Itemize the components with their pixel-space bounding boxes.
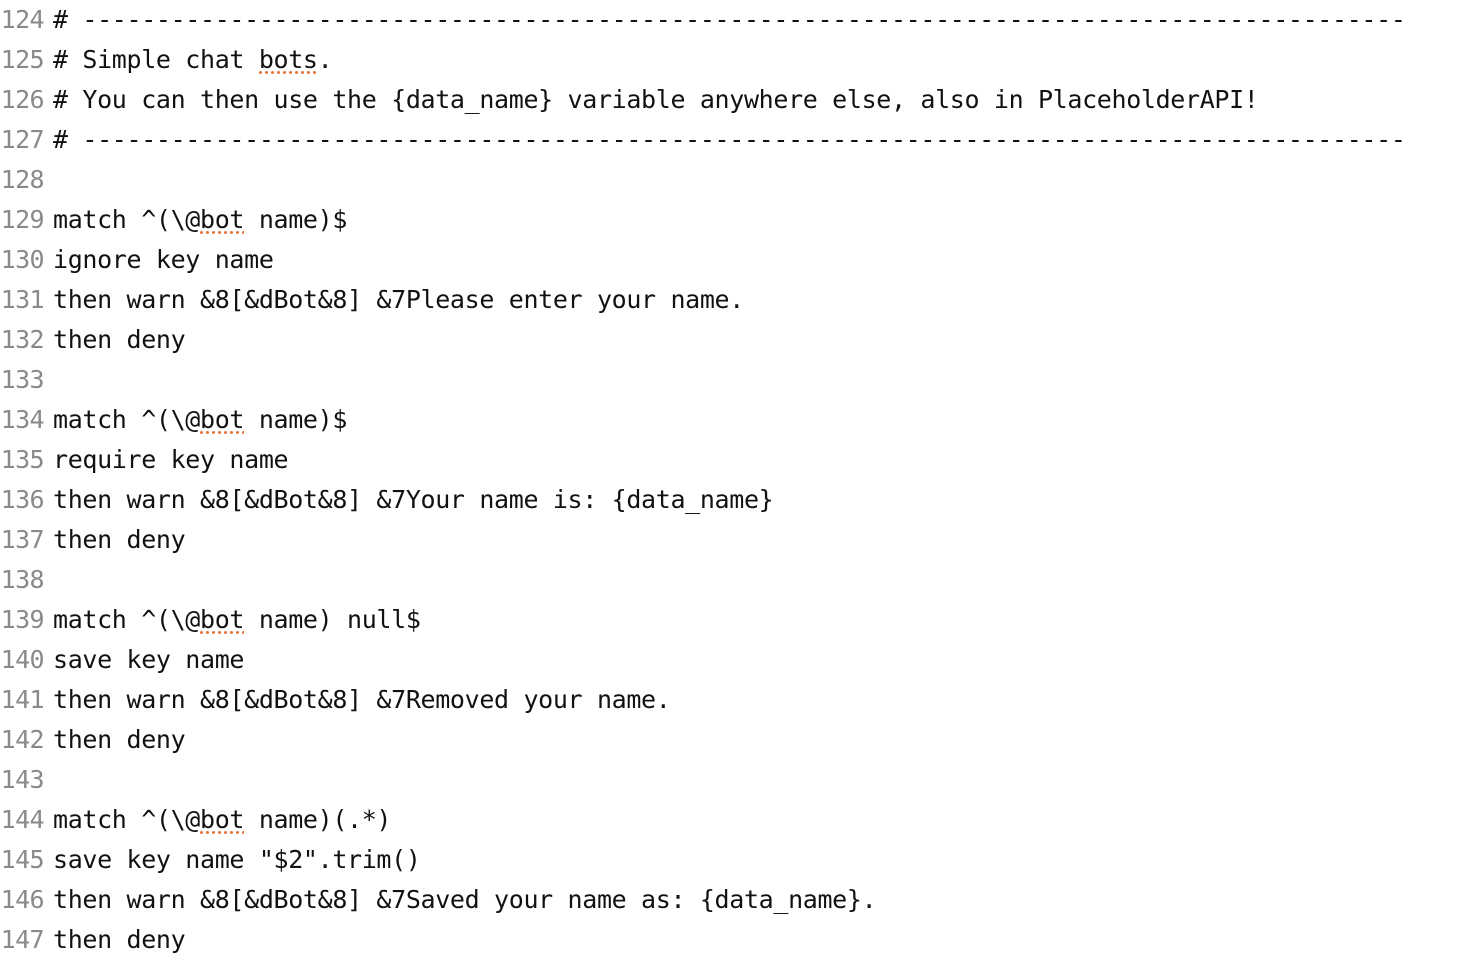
- code-text-segment: # Simple chat: [53, 45, 259, 74]
- line-code-text[interactable]: require key name: [44, 440, 1468, 480]
- code-line[interactable]: 137 then deny: [0, 520, 1468, 560]
- code-line[interactable]: 147 then deny: [0, 920, 1468, 960]
- code-text-segment: match ^(\@: [53, 205, 201, 234]
- code-text-segment: match ^(\@: [53, 605, 201, 634]
- code-line[interactable]: 141 then warn &8[&dBot&8] &7Removed your …: [0, 680, 1468, 720]
- code-line[interactable]: 125 # Simple chat bots.: [0, 40, 1468, 80]
- line-number: 131: [0, 285, 45, 314]
- line-code-text[interactable]: # You can then use the {data_name} varia…: [44, 80, 1468, 120]
- code-line[interactable]: 131 then warn &8[&dBot&8] &7Please enter …: [0, 280, 1468, 320]
- line-number: 143: [0, 765, 45, 794]
- line-code-text[interactable]: # --------------------------------------…: [44, 0, 1468, 40]
- code-line[interactable]: 124 # -----------------------------------…: [0, 0, 1468, 40]
- line-code-text[interactable]: match ^(\@bot name) null$: [44, 600, 1468, 640]
- line-number: 139: [0, 605, 45, 634]
- code-line[interactable]: 142 then deny: [0, 720, 1468, 760]
- line-number: 129: [0, 205, 45, 234]
- line-number: 127: [0, 125, 45, 154]
- line-code-text[interactable]: then deny: [44, 920, 1468, 960]
- code-line[interactable]: 127 # -----------------------------------…: [0, 120, 1468, 160]
- code-line[interactable]: 135 require key name: [0, 440, 1468, 480]
- code-line[interactable]: 146 then warn &8[&dBot&8] &7Saved your na…: [0, 880, 1468, 920]
- spellcheck-misspelled-word[interactable]: bot: [200, 405, 244, 436]
- line-number: 124: [0, 5, 45, 34]
- code-text-segment: match ^(\@: [53, 805, 201, 834]
- code-line[interactable]: 145 save key name "$2".trim(): [0, 840, 1468, 880]
- spellcheck-misspelled-word[interactable]: bot: [200, 805, 244, 836]
- code-editor[interactable]: 124 # -----------------------------------…: [0, 0, 1468, 954]
- line-code-text[interactable]: then deny: [44, 720, 1468, 760]
- code-line[interactable]: 134 match ^(\@bot name)$: [0, 400, 1468, 440]
- code-line[interactable]: 129 match ^(\@bot name)$: [0, 200, 1468, 240]
- spellcheck-misspelled-word[interactable]: bot: [200, 205, 244, 236]
- line-number: 146: [0, 885, 45, 914]
- line-number: 144: [0, 805, 45, 834]
- code-text-segment: name)(.*): [244, 805, 392, 834]
- code-line[interactable]: 144 match ^(\@bot name)(.*): [0, 800, 1468, 840]
- line-number: 136: [0, 485, 45, 514]
- line-number: 138: [0, 565, 45, 594]
- line-number: 134: [0, 405, 45, 434]
- line-number: 141: [0, 685, 45, 714]
- code-text-segment: match ^(\@: [53, 405, 201, 434]
- line-number: 128: [0, 165, 45, 194]
- code-line[interactable]: 143: [0, 760, 1468, 800]
- line-number: 137: [0, 525, 45, 554]
- line-code-text[interactable]: then deny: [44, 520, 1468, 560]
- code-line[interactable]: 136 then warn &8[&dBot&8] &7Your name is:…: [0, 480, 1468, 520]
- line-number: 135: [0, 445, 45, 474]
- line-code-text[interactable]: then warn &8[&dBot&8] &7Removed your nam…: [44, 680, 1468, 720]
- line-number: 142: [0, 725, 45, 754]
- spellcheck-misspelled-word[interactable]: bots: [258, 45, 318, 76]
- line-number: 133: [0, 365, 45, 394]
- line-number: 126: [0, 85, 45, 114]
- code-text-segment: name)$: [244, 405, 348, 434]
- line-code-text[interactable]: then warn &8[&dBot&8] &7Saved your name …: [44, 880, 1468, 920]
- line-code-text[interactable]: then deny: [44, 320, 1468, 360]
- code-line[interactable]: 126 # You can then use the {data_name} va…: [0, 80, 1468, 120]
- line-code-text[interactable]: save key name "$2".trim(): [44, 840, 1468, 880]
- line-code-text[interactable]: match ^(\@bot name)(.*): [44, 800, 1468, 840]
- line-code-text[interactable]: match ^(\@bot name)$: [44, 400, 1468, 440]
- line-code-text[interactable]: # --------------------------------------…: [44, 120, 1468, 160]
- line-code-text[interactable]: then warn &8[&dBot&8] &7Please enter you…: [44, 280, 1468, 320]
- line-number: 130: [0, 245, 45, 274]
- code-text-segment: name) null$: [244, 605, 421, 634]
- line-number: 125: [0, 45, 45, 74]
- line-code-text[interactable]: then warn &8[&dBot&8] &7Your name is: {d…: [44, 480, 1468, 520]
- code-line[interactable]: 130 ignore key name: [0, 240, 1468, 280]
- line-code-text[interactable]: match ^(\@bot name)$: [44, 200, 1468, 240]
- line-number: 132: [0, 325, 45, 354]
- line-code-text[interactable]: save key name: [44, 640, 1468, 680]
- code-text-segment: name)$: [244, 205, 348, 234]
- spellcheck-misspelled-word[interactable]: bot: [200, 605, 244, 636]
- code-text-segment: .: [317, 45, 333, 74]
- line-number: 140: [0, 645, 45, 674]
- line-code-text[interactable]: # Simple chat bots.: [44, 40, 1468, 80]
- code-line[interactable]: 139 match ^(\@bot name) null$: [0, 600, 1468, 640]
- line-number: 145: [0, 845, 45, 874]
- code-line[interactable]: 133: [0, 360, 1468, 400]
- code-line[interactable]: 138: [0, 560, 1468, 600]
- code-line[interactable]: 140 save key name: [0, 640, 1468, 680]
- code-line[interactable]: 128: [0, 160, 1468, 200]
- code-line[interactable]: 132 then deny: [0, 320, 1468, 360]
- line-number: 147: [0, 925, 45, 954]
- line-code-text[interactable]: ignore key name: [44, 240, 1468, 280]
